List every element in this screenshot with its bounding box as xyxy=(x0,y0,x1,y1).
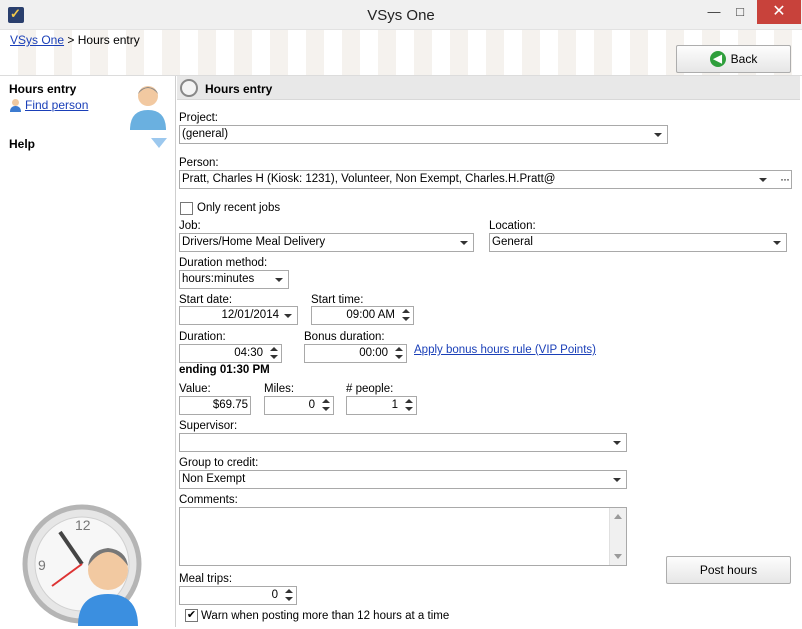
chevron-down-icon xyxy=(275,278,283,282)
breadcrumb-home-link[interactable]: VSys One xyxy=(10,33,64,47)
only-recent-jobs-checkbox[interactable] xyxy=(180,202,193,215)
header-band: VSys One > Hours entry ◀ Back xyxy=(0,30,802,76)
chevron-down-icon xyxy=(759,178,767,182)
location-select[interactable]: General xyxy=(489,233,787,252)
job-select[interactable]: Drivers/Home Meal Delivery xyxy=(179,233,474,252)
help-heading[interactable]: Help xyxy=(9,137,35,151)
apply-bonus-rule-link[interactable]: Apply bonus hours rule (VIP Points) xyxy=(414,344,596,356)
spinner-icon[interactable] xyxy=(320,398,332,413)
post-hours-button[interactable]: Post hours xyxy=(666,556,791,584)
spinner-icon[interactable] xyxy=(283,588,295,603)
spinner-icon[interactable] xyxy=(400,308,412,323)
duration-method-label: Duration method: xyxy=(179,257,268,269)
chevron-down-icon xyxy=(613,478,621,482)
meal-trips-label: Meal trips: xyxy=(179,573,233,585)
left-panel-title: Hours entry xyxy=(9,82,77,96)
job-label: Job: xyxy=(179,220,201,232)
calendar-dropdown-icon[interactable] xyxy=(284,314,292,318)
value-field[interactable]: $69.75 xyxy=(179,396,251,415)
start-date-value: 12/01/2014 xyxy=(221,309,279,321)
bonus-duration-label: Bonus duration: xyxy=(304,331,385,343)
bonus-duration-stepper[interactable]: 00:00 xyxy=(304,344,407,363)
duration-stepper[interactable]: 04:30 xyxy=(179,344,282,363)
person-select[interactable]: Pratt, Charles H (Kiosk: 1231), Voluntee… xyxy=(179,170,792,189)
scroll-up-icon[interactable] xyxy=(614,514,622,519)
back-arrow-icon: ◀ xyxy=(709,51,726,67)
group-label: Group to credit: xyxy=(179,457,259,469)
start-time-label: Start time: xyxy=(311,294,364,306)
supervisor-label: Supervisor: xyxy=(179,420,238,432)
chevron-down-icon xyxy=(654,133,662,137)
spinner-icon[interactable] xyxy=(268,346,280,361)
minimize-button[interactable]: — xyxy=(700,0,728,24)
person-value: Pratt, Charles H (Kiosk: 1231), Voluntee… xyxy=(182,173,556,185)
only-recent-jobs-label: Only recent jobs xyxy=(197,202,281,214)
comments-textarea[interactable] xyxy=(179,507,627,566)
svg-text:9: 9 xyxy=(38,557,46,573)
hours-entry-icon xyxy=(180,79,198,97)
duration-label: Duration: xyxy=(179,331,226,343)
comments-label: Comments: xyxy=(179,494,238,506)
left-panel: Hours entry Find person Help 12 9 xyxy=(0,76,176,627)
group-select[interactable]: Non Exempt xyxy=(179,470,627,489)
people-label: # people: xyxy=(346,383,394,395)
miles-value: 0 xyxy=(308,399,315,411)
job-value: Drivers/Home Meal Delivery xyxy=(182,236,326,248)
project-value: (general) xyxy=(182,128,229,140)
comments-scrollbar[interactable] xyxy=(609,508,626,565)
scroll-down-icon[interactable] xyxy=(614,554,622,559)
back-button[interactable]: ◀ Back xyxy=(676,45,791,73)
svg-text:12: 12 xyxy=(75,517,91,533)
close-button[interactable]: ✕ xyxy=(757,0,801,24)
miles-stepper[interactable]: 0 xyxy=(264,396,334,415)
meal-trips-stepper[interactable]: 0 xyxy=(179,586,297,605)
maximize-button[interactable]: □ xyxy=(726,0,754,24)
person-more-button[interactable]: ··· xyxy=(780,171,790,188)
clock-person-icon: 12 9 xyxy=(22,504,142,626)
duration-method-select[interactable]: hours:minutes xyxy=(179,270,289,289)
find-person-link[interactable]: Find person xyxy=(9,98,88,112)
section-title: Hours entry xyxy=(205,82,273,96)
bonus-duration-value: 00:00 xyxy=(359,347,388,359)
start-time-value: 09:00 AM xyxy=(346,309,395,321)
duration-value: 04:30 xyxy=(234,347,263,359)
user-avatar-icon xyxy=(130,86,166,130)
spinner-icon[interactable] xyxy=(403,398,415,413)
supervisor-select[interactable] xyxy=(179,433,627,452)
back-button-label: Back xyxy=(730,52,758,66)
location-label: Location: xyxy=(489,220,536,232)
people-stepper[interactable]: 1 xyxy=(346,396,417,415)
section-header: Hours entry xyxy=(177,76,800,100)
location-value: General xyxy=(492,236,533,248)
breadcrumb: VSys One > Hours entry xyxy=(10,33,140,47)
person-icon xyxy=(9,98,22,112)
project-select[interactable]: (general) xyxy=(179,125,668,144)
spinner-icon[interactable] xyxy=(393,346,405,361)
start-time-stepper[interactable]: 09:00 AM xyxy=(311,306,414,325)
chevron-down-icon xyxy=(460,241,468,245)
window-title: VSys One xyxy=(367,7,435,24)
value-label: Value: xyxy=(179,383,211,395)
warn-12-hours-label: Warn when posting more than 12 hours at … xyxy=(201,610,450,622)
warn-12-hours-checkbox[interactable]: ✔ xyxy=(185,609,198,622)
start-date-label: Start date: xyxy=(179,294,233,306)
miles-label: Miles: xyxy=(264,383,295,395)
breadcrumb-current: Hours entry xyxy=(77,33,140,47)
people-value: 1 xyxy=(391,399,398,411)
title-bar: VSys One — □ ✕ xyxy=(0,0,802,30)
find-person-label: Find person xyxy=(25,98,89,112)
project-label: Project: xyxy=(179,112,218,124)
help-expand-icon[interactable] xyxy=(151,138,167,148)
chevron-down-icon xyxy=(773,241,781,245)
start-date-picker[interactable]: 12/01/2014 xyxy=(179,306,298,325)
ending-time-text: ending 01:30 PM xyxy=(179,364,270,376)
breadcrumb-separator: > xyxy=(67,33,75,47)
chevron-down-icon xyxy=(613,441,621,445)
value-amount: $69.75 xyxy=(212,399,248,411)
group-value: Non Exempt xyxy=(182,473,246,485)
meal-trips-value: 0 xyxy=(271,589,278,601)
duration-method-value: hours:minutes xyxy=(182,273,255,285)
person-label: Person: xyxy=(179,157,219,169)
